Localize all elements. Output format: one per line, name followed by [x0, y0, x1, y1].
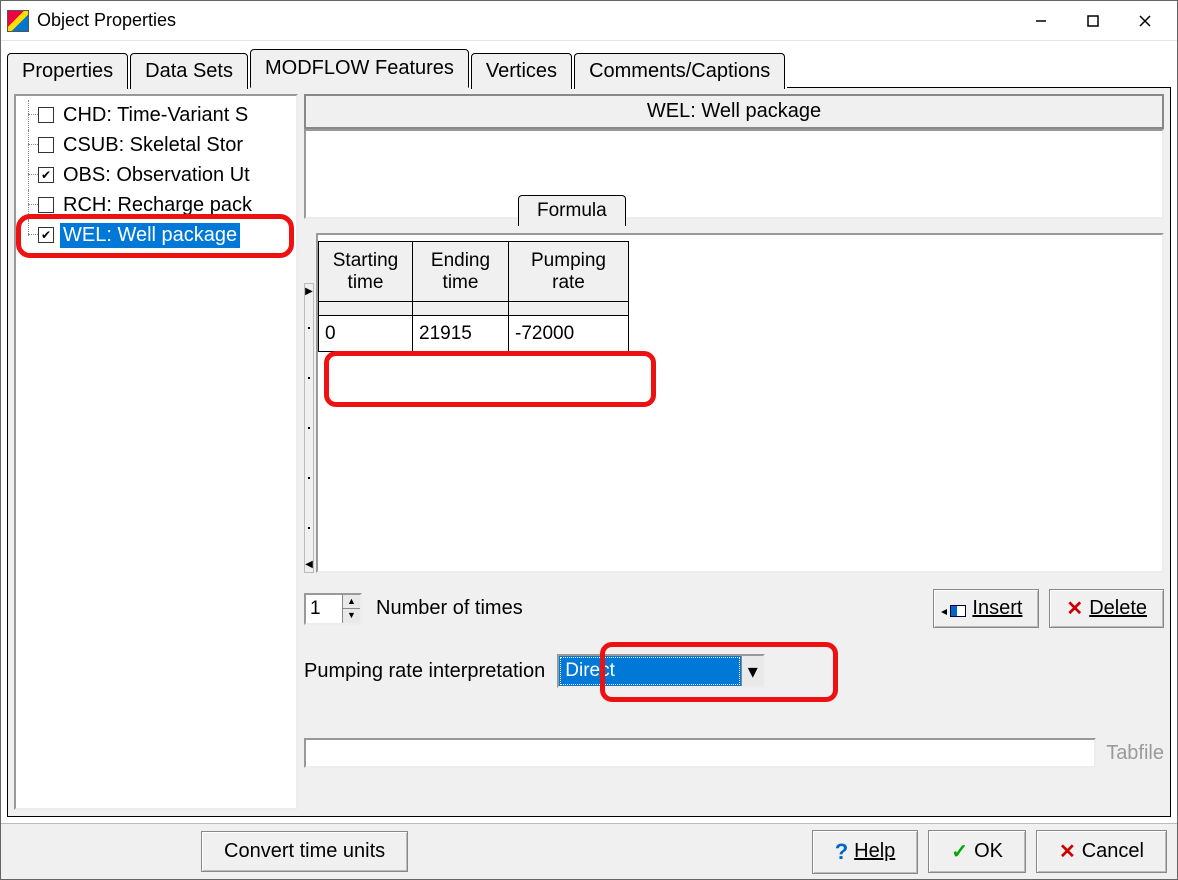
titlebar: Object Properties — [1, 1, 1177, 41]
chevron-right-icon: ▶ — [305, 286, 313, 297]
feature-detail-panel: WEL: Well package ▶ ◀ Formula Starting t… — [304, 94, 1164, 810]
delete-button-label: Delete — [1089, 597, 1147, 619]
checkbox-rch[interactable] — [38, 197, 54, 213]
time-table: Starting time Ending time Pumping rate 0… — [318, 241, 629, 352]
col-pumping-rate[interactable]: Pumping rate — [509, 242, 629, 302]
spin-up-icon[interactable]: ▲ — [342, 595, 360, 609]
close-button[interactable] — [1119, 5, 1171, 37]
cell-starting-time[interactable]: 0 — [319, 316, 413, 352]
help-icon — [835, 839, 848, 865]
tab-properties[interactable]: Properties — [7, 53, 128, 89]
checkbox-wel[interactable]: ✔ — [38, 227, 54, 243]
insert-button[interactable]: Insert — [933, 589, 1039, 628]
window-controls — [1015, 5, 1171, 37]
tree-item-rch[interactable]: RCH: Recharge pack — [16, 190, 296, 220]
minimize-button[interactable] — [1015, 5, 1067, 37]
panel-blank-area — [304, 129, 1164, 219]
panel-splitter[interactable]: ▶ ◀ — [304, 283, 314, 573]
spin-down-icon[interactable]: ▼ — [342, 608, 360, 623]
dialog-button-bar: Convert time units Help ✓ OK ✕ Cancel — [1, 823, 1177, 879]
cell-ending-time[interactable]: 21915 — [413, 316, 509, 352]
interp-dropdown[interactable]: Direct ▾ — [557, 654, 765, 688]
help-button[interactable]: Help — [812, 830, 919, 874]
num-times-input[interactable] — [306, 595, 342, 623]
interp-label: Pumping rate interpretation — [304, 660, 545, 683]
num-times-spinner[interactable]: ▲ ▼ — [304, 593, 362, 625]
insert-button-label: Insert — [972, 597, 1022, 619]
cell-pumping-rate[interactable]: -72000 — [509, 316, 629, 352]
maximize-icon — [1087, 15, 1099, 27]
col-ending-time[interactable]: Ending time — [413, 242, 509, 302]
table-spacer-row — [319, 302, 629, 316]
help-button-label: Help — [854, 840, 895, 863]
tab-modflow-features[interactable]: MODFLOW Features — [250, 49, 469, 88]
tree-item-obs[interactable]: ✔ OBS: Observation Ut — [16, 160, 296, 190]
chevron-down-icon[interactable]: ▾ — [741, 656, 763, 686]
tabfile-input[interactable] — [304, 738, 1096, 768]
tree-item-csub[interactable]: CSUB: Skeletal Stor — [16, 130, 296, 160]
panel-title: WEL: Well package — [304, 94, 1164, 129]
feature-tree: CHD: Time-Variant S CSUB: Skeletal Stor … — [14, 94, 298, 810]
window-title: Object Properties — [37, 10, 176, 31]
tree-label-rch: RCH: Recharge pack — [60, 193, 255, 218]
tab-strip: Properties Data Sets MODFLOW Features Ve… — [1, 41, 1177, 88]
tree-item-wel[interactable]: ✔ WEL: Well package — [16, 220, 296, 250]
highlight-annotation-row — [324, 351, 656, 407]
cancel-button-label: Cancel — [1082, 840, 1144, 863]
table-row[interactable]: 0 21915 -72000 — [319, 316, 629, 352]
time-grid: Formula Starting time Ending time Pumpin… — [316, 233, 1164, 573]
checkbox-chd[interactable] — [38, 107, 54, 123]
cancel-button[interactable]: ✕ Cancel — [1036, 830, 1167, 873]
tree-label-csub: CSUB: Skeletal Stor — [60, 133, 246, 158]
ok-button-label: OK — [974, 840, 1003, 863]
tree-item-chd[interactable]: CHD: Time-Variant S — [16, 100, 296, 130]
checkbox-csub[interactable] — [38, 137, 54, 153]
chevron-left-icon: ◀ — [305, 559, 313, 570]
insert-icon — [950, 605, 966, 617]
ok-button[interactable]: ✓ OK — [928, 830, 1026, 873]
num-times-label: Number of times — [376, 597, 523, 620]
delete-icon: ✕ — [1066, 596, 1083, 621]
app-icon — [7, 10, 29, 32]
tree-label-wel: WEL: Well package — [60, 223, 240, 248]
convert-time-units-button[interactable]: Convert time units — [201, 831, 408, 872]
close-icon — [1139, 15, 1151, 27]
tab-body: CHD: Time-Variant S CSUB: Skeletal Stor … — [7, 88, 1171, 817]
tab-vertices[interactable]: Vertices — [471, 53, 572, 89]
formula-tab[interactable]: Formula — [518, 195, 626, 226]
tab-data-sets[interactable]: Data Sets — [130, 53, 248, 89]
minimize-icon — [1035, 15, 1047, 27]
maximize-button[interactable] — [1067, 5, 1119, 37]
tab-comments-captions[interactable]: Comments/Captions — [574, 53, 785, 89]
interp-value: Direct — [559, 656, 741, 686]
check-icon: ✓ — [951, 839, 968, 864]
delete-button[interactable]: ✕ Delete — [1049, 589, 1164, 628]
tabfile-label: Tabfile — [1106, 742, 1164, 765]
checkbox-obs[interactable]: ✔ — [38, 167, 54, 183]
cancel-icon: ✕ — [1059, 839, 1076, 864]
object-properties-window: Object Properties Properties Data Sets M… — [0, 0, 1178, 880]
col-starting-time[interactable]: Starting time — [319, 242, 413, 302]
tree-label-chd: CHD: Time-Variant S — [60, 103, 251, 128]
tree-label-obs: OBS: Observation Ut — [60, 163, 253, 188]
